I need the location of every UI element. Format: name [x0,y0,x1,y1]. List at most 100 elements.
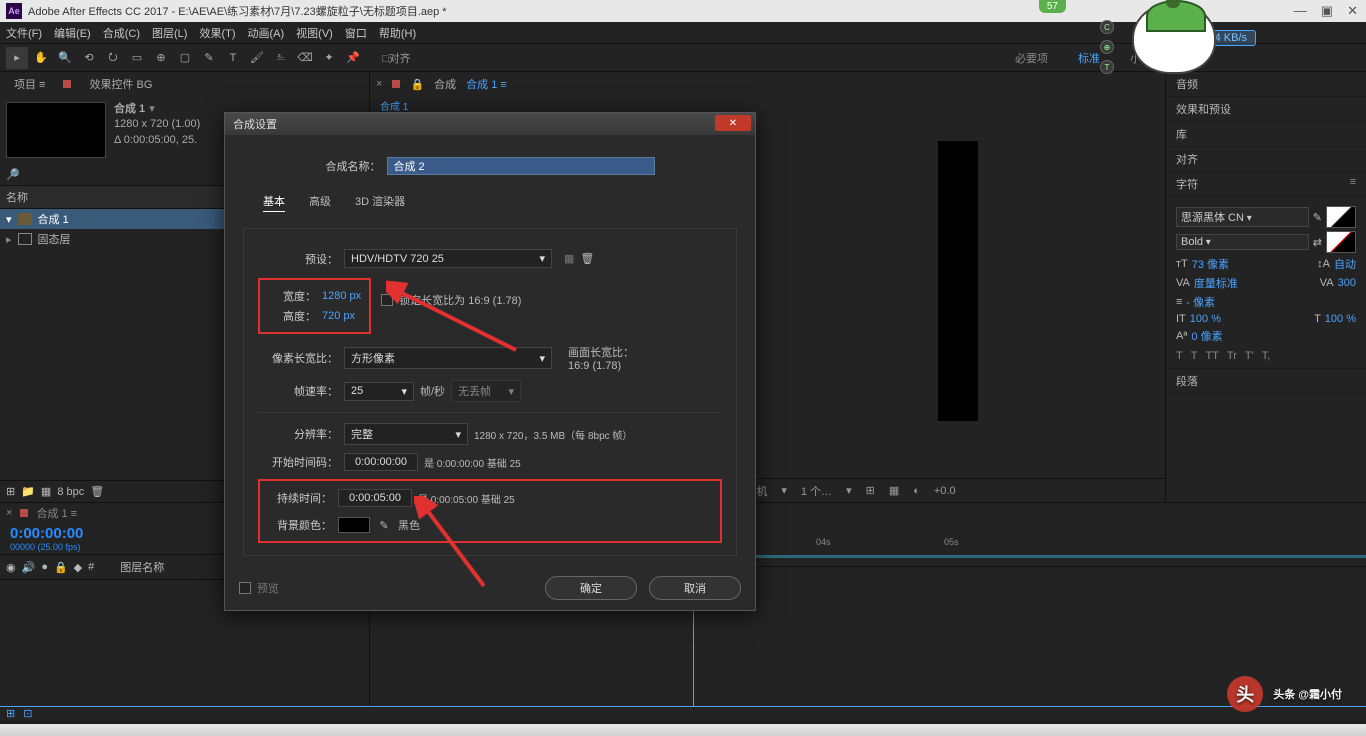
dialog-titlebar[interactable]: 合成设置 ✕ [225,113,755,135]
ok-button[interactable]: 确定 [545,576,637,600]
font-weight-select[interactable]: Bold ▾ [1176,234,1309,250]
rotate-tool-icon[interactable]: ⭮ [102,47,124,69]
delete-preset-icon[interactable]: 🗑 [580,252,594,265]
shape-tool-icon[interactable]: ▢ [174,47,196,69]
lock-aspect-checkbox[interactable] [381,294,393,306]
menu-file[interactable]: 文件(F) [6,25,42,41]
bold-icon[interactable]: T [1176,350,1183,362]
menu-composition[interactable]: 合成(C) [103,25,140,41]
brush-tool-icon[interactable]: 🖌 [246,47,268,69]
preview-checkbox[interactable] [239,582,251,594]
text-tool-icon[interactable]: T [222,47,244,69]
overlay-orb-icon[interactable]: ⊕ [1100,40,1114,54]
tab-effect-controls[interactable]: 效果控件 BG [79,74,162,94]
start-timecode-input[interactable] [344,453,418,471]
zoom-tool-icon[interactable]: 🔍 [54,47,76,69]
menu-edit[interactable]: 编辑(E) [54,25,91,41]
preset-select[interactable]: HDV/HDTV 720 25▾ [344,249,552,268]
super-icon[interactable]: T' [1245,350,1254,362]
col-layer-name[interactable]: 图层名称 [120,559,164,575]
maximize-button[interactable]: ▣ [1321,3,1333,19]
duration-input[interactable] [338,489,412,507]
stroke-swatch[interactable] [1326,231,1356,253]
camera-tool-icon[interactable]: ▭ [126,47,148,69]
breadcrumb-comp[interactable]: 合成 1 [380,98,408,113]
workspace-essentials[interactable]: 必要项 [1001,44,1062,72]
new-comp-icon[interactable]: ▦ [41,485,51,498]
panel-audio[interactable]: 音频 [1166,72,1366,97]
height-value[interactable]: 720 px [322,310,355,322]
timeline-tab[interactable]: 合成 1 ≡ [36,505,77,521]
panel-paragraph[interactable]: 段落 [1166,369,1366,394]
minimize-button[interactable]: ― [1294,3,1307,19]
roto-tool-icon[interactable]: ✦ [318,47,340,69]
menu-effect[interactable]: 效果(T) [199,25,235,41]
eyedropper-icon[interactable]: ✎ [1313,211,1322,224]
fps-select[interactable]: 25▾ [344,382,414,401]
tab-project[interactable]: 项目 ≡ [4,74,55,94]
comp-thumbnail[interactable] [6,102,106,158]
vf-exposure[interactable]: +0.0 [930,485,960,497]
new-folder-icon[interactable]: 📁 [21,485,35,498]
viewer-tab-active[interactable]: 合成 1 ≡ [466,76,507,92]
eyedropper-icon[interactable]: ✎ [376,517,392,533]
watermark-icon: 头 [1227,676,1263,712]
pan-behind-tool-icon[interactable]: ⊕ [150,47,172,69]
panel-align[interactable]: 对齐 [1166,147,1366,172]
bg-color-swatch[interactable] [338,517,370,533]
hand-tool-icon[interactable]: ✋ [30,47,52,69]
smallcaps-icon[interactable]: Tr [1227,350,1237,362]
eye-icon[interactable]: ◉ [6,561,16,574]
resolution-select[interactable]: 完整▾ [344,423,468,445]
toggle-icon[interactable]: ⊡ [23,707,32,720]
menu-layer[interactable]: 图层(L) [152,25,187,41]
interpret-icon[interactable]: ⊞ [6,485,15,498]
width-value[interactable]: 1280 px [322,290,361,302]
save-preset-icon[interactable]: ▦ [564,252,574,265]
lock-icon[interactable]: 🔒 [54,561,68,574]
menu-animation[interactable]: 动画(A) [248,25,285,41]
dialog-close-button[interactable]: ✕ [715,115,751,131]
bpc-toggle[interactable]: 8 bpc [57,486,84,498]
menu-help[interactable]: 帮助(H) [379,25,416,41]
toggle-icon[interactable]: ⊞ [6,707,15,720]
eraser-tool-icon[interactable]: ⌫ [294,47,316,69]
watermark: 头 头条 @霜小付 [1227,676,1342,712]
swap-icon[interactable]: ⇄ [1313,236,1322,249]
close-button[interactable]: ✕ [1347,3,1358,19]
label-icon[interactable]: ◆ [74,561,82,574]
color-swatch[interactable] [1326,206,1356,228]
solo-icon[interactable]: ● [41,561,48,573]
trash-icon[interactable]: 🗑 [90,485,104,498]
selection-tool-icon[interactable]: ▸ [6,47,28,69]
tab-3d-renderer[interactable]: 3D 渲染器 [355,193,405,212]
lock-icon[interactable]: 🔒 [410,78,424,91]
sub-icon[interactable]: T, [1262,350,1271,362]
puppet-tool-icon[interactable]: 📌 [342,47,364,69]
font-family-select[interactable]: 思源黑体 CN ▾ [1176,207,1309,227]
overlay-orb-icon[interactable]: T [1100,60,1114,74]
comp-name-input[interactable] [387,157,655,175]
overlay-orb-icon[interactable]: C [1100,20,1114,34]
menu-window[interactable]: 窗口 [345,25,367,41]
stamp-tool-icon[interactable]: ⎁ [270,47,292,69]
italic-icon[interactable]: T [1191,350,1198,362]
fps-label: 帧速率： [258,383,338,399]
snap-toggle[interactable]: □对齐 [382,50,411,66]
panel-library[interactable]: 库 [1166,122,1366,147]
menu-view[interactable]: 视图(V) [296,25,333,41]
record-dot-icon [392,80,400,88]
tab-advanced[interactable]: 高级 [309,193,331,212]
caps-icon[interactable]: TT [1205,350,1218,362]
composition-canvas[interactable] [938,141,978,421]
par-select[interactable]: 方形像素▾ [344,347,552,369]
panel-effects-presets[interactable]: 效果和预设 [1166,97,1366,122]
orbit-tool-icon[interactable]: ⟲ [78,47,100,69]
search-icon[interactable]: 🔎 [6,168,20,181]
panel-character-title[interactable]: 字符 [1176,176,1198,192]
par-label: 像素长宽比： [258,350,338,366]
speaker-icon[interactable]: 🔊 [22,561,36,574]
tab-basic[interactable]: 基本 [263,193,285,212]
pen-tool-icon[interactable]: ✎ [198,47,220,69]
cancel-button[interactable]: 取消 [649,576,741,600]
